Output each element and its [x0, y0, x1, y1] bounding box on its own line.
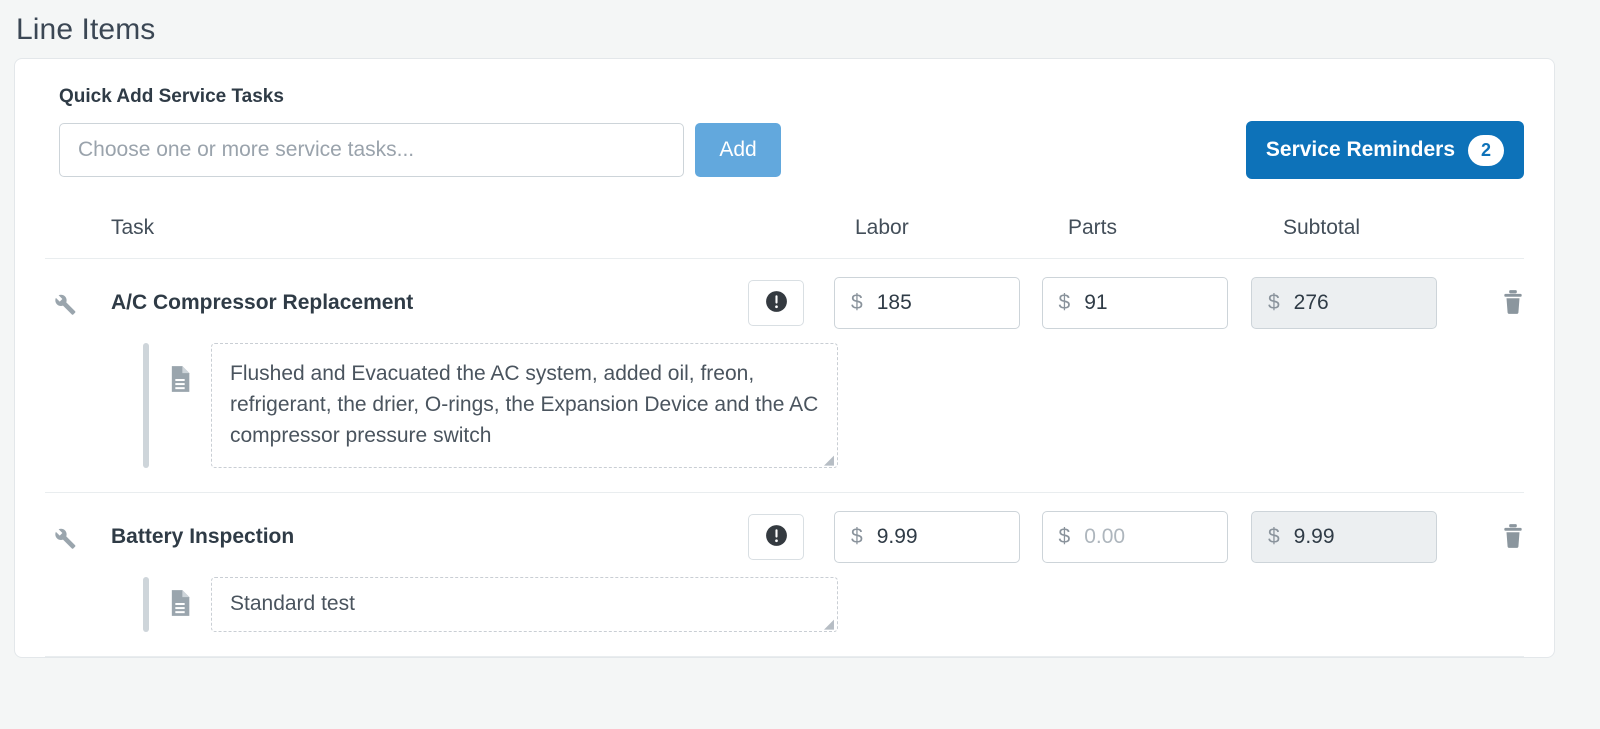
delete-cell [1475, 523, 1524, 552]
document-icon [149, 343, 211, 468]
column-header-subtotal: Subtotal [1283, 216, 1513, 240]
task-description-textarea[interactable]: Flushed and Evacuated the AC system, add… [211, 343, 838, 468]
delete-row-button[interactable] [1502, 523, 1524, 552]
service-reminders-count-badge: 2 [1468, 135, 1504, 166]
trash-icon [1502, 523, 1524, 552]
task-description-text: Standard test [230, 592, 355, 615]
document-icon [149, 577, 211, 632]
service-reminders-button[interactable]: Service Reminders 2 [1246, 121, 1524, 179]
task-description-text: Flushed and Evacuated the AC system, add… [230, 362, 818, 447]
service-task-select-placeholder: Choose one or more service tasks... [78, 138, 414, 162]
warning-icon [764, 523, 789, 551]
delete-row-button[interactable] [1502, 289, 1524, 318]
labor-value: 185 [877, 291, 912, 315]
warning-icon [764, 289, 789, 317]
parts-value: 91 [1084, 291, 1107, 315]
wrench-icon [45, 288, 81, 318]
resize-handle-icon[interactable]: ◢ [824, 455, 834, 465]
line-items-card: Quick Add Service Tasks Choose one or mo… [14, 58, 1555, 658]
quick-add-label: Quick Add Service Tasks [59, 85, 1524, 109]
service-reminders-label: Service Reminders [1266, 138, 1455, 162]
add-button[interactable]: Add [695, 123, 781, 177]
task-description-area: Flushed and Evacuated the AC system, add… [45, 343, 1524, 468]
column-header-parts: Parts [1068, 216, 1283, 240]
task-description-area: Standard test ◢ [45, 577, 1524, 632]
task-warning-button[interactable] [748, 514, 804, 560]
parts-cell: $ 91 [1042, 277, 1251, 329]
table-row: A/C Compressor Replacement $ 185 [45, 259, 1524, 493]
task-name: A/C Compressor Replacement [111, 291, 413, 315]
currency-symbol: $ [1059, 525, 1071, 549]
task-warning-button[interactable] [748, 280, 804, 326]
task-cell: Battery Inspection [45, 522, 834, 552]
parts-input[interactable]: $ 91 [1042, 277, 1228, 329]
subtotal-field: $ 276 [1251, 277, 1437, 329]
labor-cell: $ 9.99 [834, 511, 1041, 563]
column-header-labor: Labor [855, 216, 1068, 240]
table-row: Battery Inspection $ 9.99 [45, 493, 1524, 657]
currency-symbol: $ [1268, 291, 1280, 315]
subtotal-cell: $ 276 [1251, 277, 1475, 329]
trash-icon [1502, 289, 1524, 318]
table-header-row: Task Labor Parts Subtotal [45, 197, 1524, 259]
subtotal-cell: $ 9.99 [1251, 511, 1475, 563]
task-name: Battery Inspection [111, 525, 294, 549]
page-title: Line Items [0, 0, 1600, 50]
currency-symbol: $ [851, 525, 863, 549]
parts-input[interactable]: $ 0.00 [1042, 511, 1228, 563]
subtotal-value: 276 [1294, 291, 1329, 315]
subtotal-value: 9.99 [1294, 525, 1335, 549]
labor-value: 9.99 [877, 525, 918, 549]
parts-cell: $ 0.00 [1042, 511, 1251, 563]
currency-symbol: $ [1059, 291, 1071, 315]
task-cell: A/C Compressor Replacement [45, 288, 834, 318]
labor-cell: $ 185 [834, 277, 1041, 329]
quick-add-toolbar: Choose one or more service tasks... Add … [59, 123, 1524, 185]
delete-cell [1475, 289, 1524, 318]
service-task-select[interactable]: Choose one or more service tasks... [59, 123, 684, 177]
labor-input[interactable]: $ 185 [834, 277, 1020, 329]
labor-input[interactable]: $ 9.99 [834, 511, 1020, 563]
parts-placeholder: 0.00 [1084, 525, 1125, 549]
task-description-textarea[interactable]: Standard test ◢ [211, 577, 838, 632]
wrench-icon [45, 522, 81, 552]
currency-symbol: $ [851, 291, 863, 315]
subtotal-field: $ 9.99 [1251, 511, 1437, 563]
resize-handle-icon[interactable]: ◢ [824, 619, 834, 629]
column-header-task: Task [45, 216, 855, 240]
currency-symbol: $ [1268, 525, 1280, 549]
